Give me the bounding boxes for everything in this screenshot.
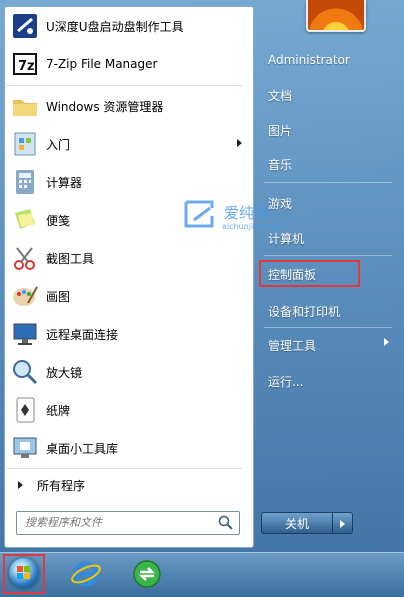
7zip-icon: 7z bbox=[10, 49, 40, 79]
calculator-icon bbox=[10, 167, 40, 197]
program-udeep[interactable]: U深度U盘启动盘制作工具 bbox=[6, 8, 250, 44]
program-magnifier[interactable]: 放大镜 bbox=[6, 354, 250, 390]
program-gadgets[interactable]: 桌面小工具库 bbox=[6, 430, 250, 466]
search-box[interactable] bbox=[16, 511, 240, 535]
program-paint[interactable]: 画图 bbox=[6, 278, 250, 314]
remote-desktop-icon bbox=[10, 319, 40, 349]
divider bbox=[264, 327, 392, 328]
watermark-text: 爱纯净 bbox=[224, 204, 270, 222]
program-solitaire[interactable]: 纸牌 bbox=[6, 392, 250, 428]
paint-icon bbox=[10, 281, 40, 311]
start-button[interactable] bbox=[3, 554, 45, 594]
getting-started-icon bbox=[10, 129, 40, 159]
media-update-icon[interactable] bbox=[131, 558, 163, 590]
program-label: 放大镜 bbox=[46, 365, 83, 380]
right-item-documents[interactable]: 文档 bbox=[268, 87, 292, 104]
program-label: 画图 bbox=[46, 289, 71, 304]
submenu-arrow-icon bbox=[237, 139, 242, 147]
expand-arrow-icon bbox=[18, 481, 23, 489]
divider bbox=[6, 85, 242, 86]
program-label: U深度U盘启动盘制作工具 bbox=[46, 19, 184, 34]
explorer-folder-icon bbox=[10, 91, 40, 121]
solitaire-icon bbox=[10, 395, 40, 425]
taskbar bbox=[0, 552, 404, 597]
right-item-computer[interactable]: 计算机 bbox=[268, 230, 304, 247]
search-input[interactable] bbox=[17, 512, 215, 532]
watermark-logo-icon bbox=[184, 200, 214, 228]
program-explorer[interactable]: Windows 资源管理器 bbox=[6, 88, 250, 124]
watermark-subtext: aichunjing.com bbox=[222, 222, 283, 231]
divider bbox=[264, 182, 392, 183]
program-label: 桌面小工具库 bbox=[46, 441, 119, 456]
program-label: 便笺 bbox=[46, 213, 71, 228]
right-item-music[interactable]: 音乐 bbox=[268, 156, 292, 173]
snipping-tool-icon bbox=[10, 243, 40, 273]
right-item-games[interactable]: 游戏 bbox=[268, 195, 292, 212]
control-panel-highlight bbox=[259, 260, 360, 287]
shutdown-button[interactable]: 关机 bbox=[261, 512, 333, 534]
magnifier-icon bbox=[10, 357, 40, 387]
svg-text:7z: 7z bbox=[18, 59, 35, 74]
search-icon[interactable] bbox=[218, 515, 233, 530]
right-item-devices-printers[interactable]: 设备和打印机 bbox=[268, 303, 340, 320]
right-item-pictures[interactable]: 图片 bbox=[268, 122, 292, 139]
divider bbox=[6, 468, 242, 469]
gadgets-icon bbox=[10, 433, 40, 463]
program-label: 远程桌面连接 bbox=[46, 327, 119, 342]
program-label: 纸牌 bbox=[46, 403, 71, 418]
program-label: 截图工具 bbox=[46, 251, 95, 266]
shutdown-options-button[interactable] bbox=[333, 512, 353, 534]
udeep-usb-tool-icon bbox=[10, 11, 40, 41]
right-item-admin-tools[interactable]: 管理工具 bbox=[268, 337, 316, 354]
program-label: 计算器 bbox=[46, 175, 83, 190]
user-avatar[interactable] bbox=[306, 0, 366, 32]
program-label: 入门 bbox=[46, 137, 71, 152]
all-programs-label: 所有程序 bbox=[37, 478, 86, 493]
internet-explorer-icon[interactable] bbox=[70, 558, 102, 590]
right-item-administrator[interactable]: Administrator bbox=[268, 53, 350, 67]
program-label: Windows 资源管理器 bbox=[46, 99, 164, 114]
program-label: 7-Zip File Manager bbox=[46, 57, 158, 71]
submenu-arrow-icon bbox=[384, 338, 389, 346]
divider bbox=[264, 255, 392, 256]
program-snipping-tool[interactable]: 截图工具 bbox=[6, 240, 250, 276]
sticky-notes-icon bbox=[10, 205, 40, 235]
program-remote-desktop[interactable]: 远程桌面连接 bbox=[6, 316, 250, 352]
program-calculator[interactable]: 计算器 bbox=[6, 164, 250, 200]
shutdown-label: 关机 bbox=[284, 516, 309, 531]
all-programs-button[interactable]: 所有程序 bbox=[6, 472, 250, 498]
right-item-run[interactable]: 运行... bbox=[268, 373, 303, 390]
program-getting-started[interactable]: 入门 bbox=[6, 126, 250, 162]
start-orb-icon bbox=[9, 558, 39, 588]
program-7zip[interactable]: 7z 7-Zip File Manager bbox=[6, 46, 250, 82]
